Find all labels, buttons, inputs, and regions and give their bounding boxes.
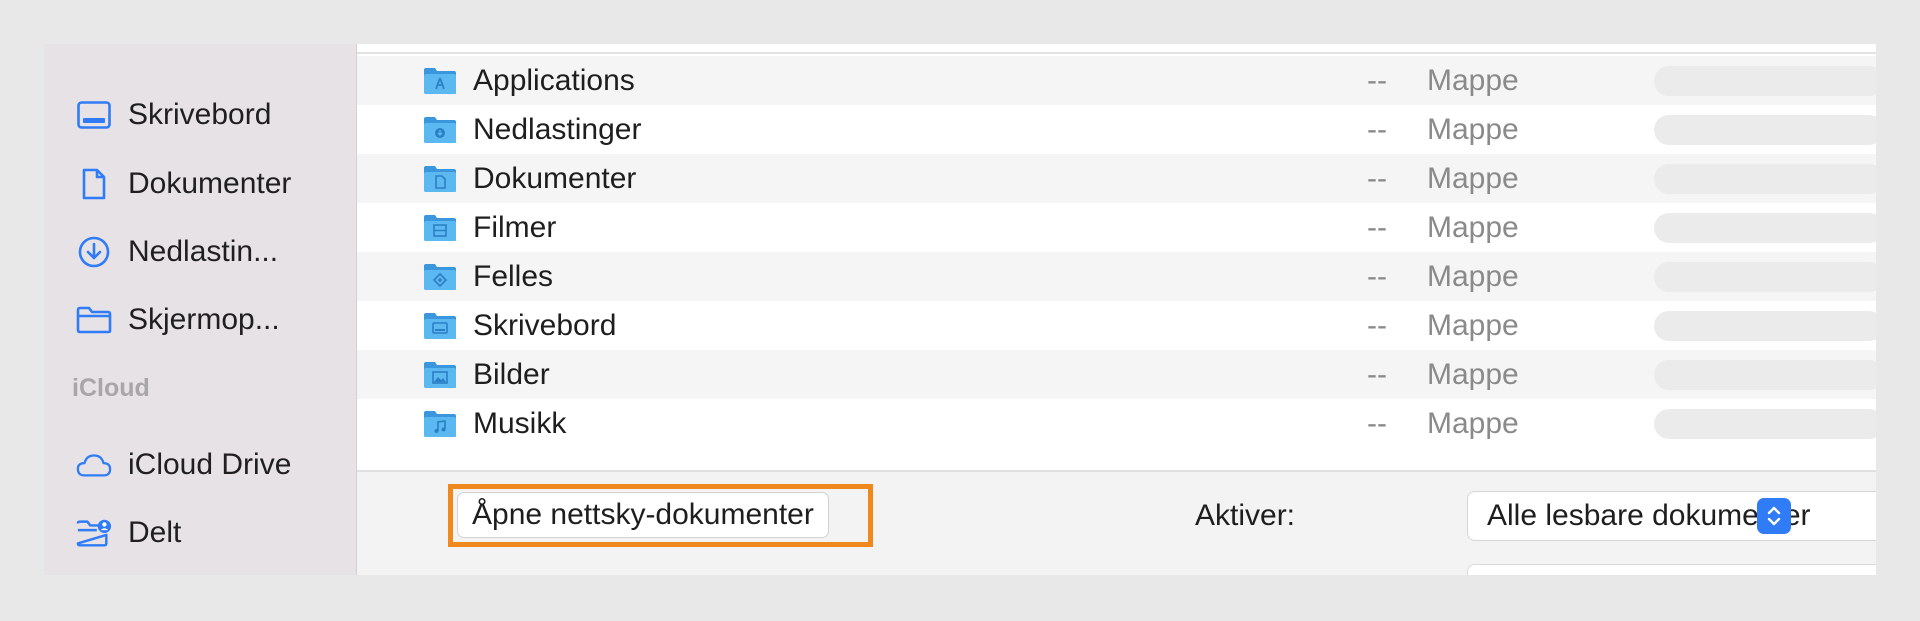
documents-icon <box>424 165 456 192</box>
dialog-footer: Åpne nettsky-dokumenter Aktiver: Alle le… <box>357 470 1876 575</box>
file-size: -- <box>1367 112 1387 146</box>
shared-folder-icon <box>76 515 112 551</box>
file-date-placeholder <box>1654 114 1876 145</box>
file-kind: Mappe <box>1427 308 1519 342</box>
file-date-placeholder <box>1654 359 1876 390</box>
file-size: -- <box>1367 259 1387 293</box>
pictures-icon <box>424 361 456 388</box>
folder-icon <box>76 302 112 338</box>
file-kind: Mappe <box>1427 406 1519 440</box>
file-size: -- <box>1367 406 1387 440</box>
file-name: Filmer <box>473 210 557 244</box>
file-row[interactable]: Musikk -- Mappe <box>357 399 1876 448</box>
shared-icon <box>424 263 456 290</box>
file-date-placeholder <box>1654 212 1876 243</box>
sidebar-item-label: Dokumenter <box>128 167 292 200</box>
file-date-placeholder <box>1654 163 1876 194</box>
file-name: Bilder <box>473 357 550 391</box>
sidebar-item-downloads[interactable]: Nedlastin... <box>76 229 278 275</box>
sidebar: Skrivebord Dokumenter Nedlastin... Skjer… <box>44 44 357 575</box>
document-icon <box>76 166 112 202</box>
file-name: Nedlastinger <box>473 112 642 146</box>
sidebar-section-icloud: iCloud <box>72 374 150 402</box>
enable-label: Aktiver: <box>1195 499 1296 532</box>
music-icon <box>424 410 456 437</box>
file-date-placeholder <box>1654 261 1876 292</box>
file-row[interactable]: Nedlastinger -- Mappe <box>357 105 1876 154</box>
download-icon <box>76 234 112 270</box>
file-date-placeholder <box>1654 65 1876 96</box>
file-name: Musikk <box>473 406 567 440</box>
file-name: Skrivebord <box>473 308 617 342</box>
sidebar-item-label: iCloud Drive <box>128 448 292 481</box>
file-kind: Mappe <box>1427 357 1519 391</box>
select-stepper-icon[interactable] <box>1757 498 1791 534</box>
divider <box>357 52 1876 54</box>
file-size: -- <box>1367 357 1387 391</box>
file-name: Dokumenter <box>473 161 637 195</box>
file-name: Applications <box>473 63 635 97</box>
file-kind: Mappe <box>1427 112 1519 146</box>
sidebar-item-label: Skjermop... <box>128 303 280 336</box>
format-select[interactable]: Alle lesbare dokumenter <box>1467 491 1876 541</box>
desktop-icon <box>424 312 456 339</box>
file-row[interactable]: Skrivebord -- Mappe <box>357 301 1876 350</box>
sidebar-item-label: Skrivebord <box>128 98 272 131</box>
applications-icon <box>424 67 456 94</box>
sidebar-item-screenshots[interactable]: Skjermop... <box>76 297 280 343</box>
sidebar-item-desktop[interactable]: Skrivebord <box>76 92 271 138</box>
file-list-pane: Applications -- Mappe Nedlastinger -- Ma… <box>357 44 1876 575</box>
file-kind: Mappe <box>1427 63 1519 97</box>
sidebar-item-label: Delt <box>128 516 182 549</box>
file-row[interactable]: Felles -- Mappe <box>357 252 1876 301</box>
file-size: -- <box>1367 63 1387 97</box>
downloads-icon <box>424 116 456 143</box>
desktop-icon <box>76 97 112 133</box>
open-file-dialog: Skrivebord Dokumenter Nedlastin... Skjer… <box>44 44 1876 575</box>
sidebar-item-shared[interactable]: Delt <box>76 510 181 556</box>
file-size: -- <box>1367 210 1387 244</box>
file-size: -- <box>1367 161 1387 195</box>
sidebar-item-documents[interactable]: Dokumenter <box>76 161 291 207</box>
file-row[interactable]: Filmer -- Mappe <box>357 203 1876 252</box>
file-kind: Mappe <box>1427 161 1519 195</box>
file-kind: Mappe <box>1427 259 1519 293</box>
file-row[interactable]: Applications -- Mappe <box>357 56 1876 105</box>
highlight-box <box>448 484 873 547</box>
file-row[interactable]: Bilder -- Mappe <box>357 350 1876 399</box>
movies-icon <box>424 214 456 241</box>
sidebar-item-label: Nedlastin... <box>128 235 279 268</box>
options-field[interactable] <box>1467 564 1876 575</box>
cloud-icon <box>76 447 112 483</box>
file-date-placeholder <box>1654 310 1876 341</box>
file-row[interactable]: Dokumenter -- Mappe <box>357 154 1876 203</box>
file-name: Felles <box>473 259 554 293</box>
file-date-placeholder <box>1654 408 1876 439</box>
sidebar-item-icloud-drive[interactable]: iCloud Drive <box>76 442 291 488</box>
file-kind: Mappe <box>1427 210 1519 244</box>
file-size: -- <box>1367 308 1387 342</box>
